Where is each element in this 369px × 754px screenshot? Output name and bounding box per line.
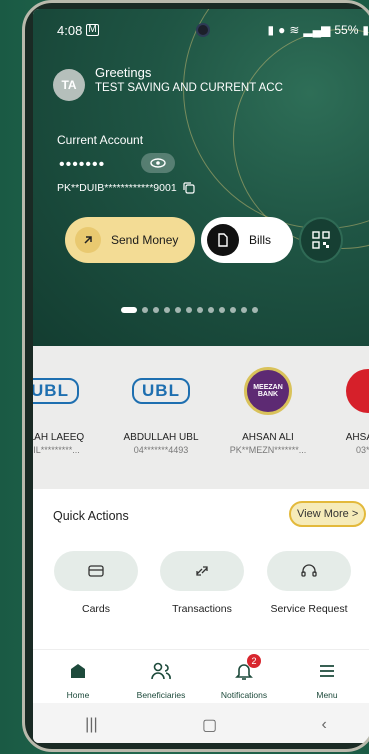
bills-button[interactable]: Bills xyxy=(201,217,293,263)
carousel-dot xyxy=(219,307,225,313)
bills-label: Bills xyxy=(249,233,272,247)
nav-home[interactable]: Home xyxy=(43,658,113,700)
arrow-up-right-icon xyxy=(75,227,101,253)
carousel-dot xyxy=(142,307,148,313)
account-type-label: Current Account xyxy=(57,133,144,147)
qr-code-icon xyxy=(312,231,330,249)
location-icon: ● xyxy=(278,23,286,37)
nav-label: Home xyxy=(66,690,90,700)
beneficiary-name: ULLAH LAEEQ xyxy=(33,432,85,443)
beneficiary-card[interactable]: AHSAN N 03**** xyxy=(323,366,369,455)
home-icon xyxy=(71,664,85,678)
menu-icon xyxy=(320,665,334,677)
home-button-icon[interactable]: ▢ xyxy=(202,715,217,735)
mail-icon: M xyxy=(86,24,99,36)
quick-action-cards[interactable]: Cards xyxy=(54,551,138,615)
headset-icon xyxy=(301,564,317,577)
back-icon[interactable]: ‹ xyxy=(321,716,326,734)
qr-scan-button[interactable] xyxy=(299,217,343,263)
carousel-dot xyxy=(153,307,159,313)
beneficiary-card[interactable]: UBL ULLAH LAEEQ UNIL*********... xyxy=(33,366,95,455)
carousel-dot xyxy=(230,307,236,313)
phone-frame: 4:08 M ▮ ● ≋ ▂▄▆ 55% ▮ TA Greetings TEST… xyxy=(22,0,369,752)
recent-apps-icon[interactable]: ||| xyxy=(85,716,97,734)
greeting-block: Greetings TEST SAVING AND CURRENT ACC xyxy=(95,65,283,94)
balance-masked: ••••••• xyxy=(59,156,106,173)
people-icon xyxy=(151,662,171,680)
nav-beneficiaries[interactable]: Beneficiaries xyxy=(126,658,196,700)
beneficiary-card[interactable]: MEEZAN BANK AHSAN ALI PK**MEZN*******... xyxy=(223,366,313,455)
beneficiary-account: PK**MEZN*******... xyxy=(229,445,307,455)
quick-actions-panel: Quick Actions View More > Cards Transact… xyxy=(33,489,369,649)
beneficiary-name: AHSAN ALI xyxy=(242,432,294,443)
signal-icon: ▂▄▆ xyxy=(303,23,331,37)
system-navigation-bar: ||| ▢ ‹ xyxy=(33,703,369,743)
lock-icon: ▮ xyxy=(267,23,275,37)
beneficiary-account: 04*******4493 xyxy=(133,445,189,455)
beneficiary-account: 03**** xyxy=(355,445,369,455)
beneficiary-name: ABDULLAH UBL xyxy=(123,432,199,443)
nav-menu[interactable]: Menu xyxy=(292,658,362,700)
beneficiary-card[interactable]: UBL ABDULLAH UBL 04*******4493 xyxy=(116,366,206,455)
carousel-dot xyxy=(197,307,203,313)
eye-icon xyxy=(150,158,166,168)
quick-action-label: Cards xyxy=(81,603,110,615)
nav-label: Beneficiaries xyxy=(136,690,186,700)
status-bar: 4:08 M ▮ ● ≋ ▂▄▆ 55% ▮ xyxy=(57,22,369,38)
screen: 4:08 M ▮ ● ≋ ▂▄▆ 55% ▮ TA Greetings TEST… xyxy=(33,9,369,743)
quick-action-label: Service Request xyxy=(270,603,348,615)
nav-notifications[interactable]: 2 Notifications xyxy=(209,654,279,700)
bank-logo: UBL xyxy=(132,378,190,404)
quick-action-transactions[interactable]: Transactions xyxy=(160,551,244,615)
carousel-dot xyxy=(186,307,192,313)
nav-label: Menu xyxy=(316,690,338,700)
send-money-button[interactable]: Send Money xyxy=(65,217,195,263)
card-icon xyxy=(88,565,104,577)
document-icon xyxy=(207,224,239,256)
carousel-dot xyxy=(252,307,258,313)
quick-action-service-request[interactable]: Service Request xyxy=(267,551,351,615)
carousel-dot xyxy=(241,307,247,313)
bank-logo xyxy=(346,369,369,413)
bank-logo: MEEZAN BANK xyxy=(244,367,292,415)
show-balance-toggle[interactable] xyxy=(141,153,175,173)
bank-logo: UBL xyxy=(33,378,79,404)
battery-icon: ▮ xyxy=(362,23,369,37)
clock: 4:08 xyxy=(57,22,83,38)
send-money-label: Send Money xyxy=(111,233,179,247)
carousel-dot xyxy=(208,307,214,313)
avatar[interactable]: TA xyxy=(53,69,85,101)
quick-actions-title: Quick Actions xyxy=(53,509,129,523)
iban-text: PK**DUIB************9001 xyxy=(57,182,177,194)
carousel-dot xyxy=(175,307,181,313)
nav-label: Notifications xyxy=(220,690,268,700)
carousel-dot xyxy=(164,307,170,313)
quick-action-label: Transactions xyxy=(172,603,232,615)
bottom-navigation: Home Beneficiaries 2 Notifications Menu xyxy=(33,649,369,703)
account-holder-name: TEST SAVING AND CURRENT ACC xyxy=(95,82,283,94)
greeting-text: Greetings xyxy=(95,65,152,80)
beneficiaries-carousel[interactable]: UBL ULLAH LAEEQ UNIL*********... UBL ABD… xyxy=(33,346,369,489)
carousel-indicator[interactable] xyxy=(121,307,258,313)
notification-badge: 2 xyxy=(247,654,261,668)
account-hero: 4:08 M ▮ ● ≋ ▂▄▆ 55% ▮ TA Greetings TEST… xyxy=(33,9,369,346)
beneficiary-account: UNIL*********... xyxy=(33,445,80,455)
battery-level: 55% xyxy=(334,23,359,37)
account-number: PK**DUIB************9001 xyxy=(57,182,195,194)
view-more-button[interactable]: View More > xyxy=(289,501,367,527)
wifi-icon: ≋ xyxy=(289,23,300,37)
beneficiary-name: AHSAN N xyxy=(345,432,369,443)
carousel-dot xyxy=(121,307,137,313)
transfer-arrows-icon xyxy=(196,566,208,576)
front-camera xyxy=(196,23,210,37)
copy-icon[interactable] xyxy=(183,182,195,194)
